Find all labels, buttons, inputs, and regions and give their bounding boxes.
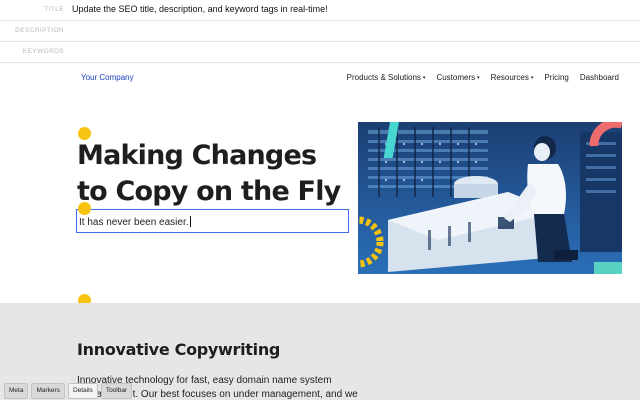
meta-keywords-input[interactable] [70, 44, 634, 62]
vintage-computer-photo [358, 122, 622, 274]
meta-keywords-row: KEYWORDS [0, 42, 640, 63]
hero-title-line-2: to Copy on the Fly [77, 176, 341, 207]
edit-marker-dot[interactable] [78, 127, 91, 140]
hero-title-line-1: Making Changes [77, 140, 317, 171]
editor-toolbar: Meta Markers Details Toolbar [4, 383, 133, 399]
seo-meta-panel: TITLE Update the SEO title, description,… [0, 0, 640, 63]
edit-marker-dot[interactable] [78, 202, 91, 215]
meta-description-row: DESCRIPTION [0, 21, 640, 42]
chevron-down-icon: ▾ [422, 75, 426, 81]
hero-subtitle-text[interactable]: It has never been easier. [79, 216, 191, 228]
details-toggle-button[interactable]: Details [67, 383, 98, 399]
nav-customers[interactable]: Customers ▾ [436, 73, 479, 82]
hero-subtitle-editor[interactable]: It has never been easier. [76, 209, 349, 233]
toolbar-toggle-button[interactable]: Toolbar [100, 383, 133, 399]
nav-label: Resources [490, 73, 529, 82]
meta-title-row: TITLE Update the SEO title, description,… [0, 0, 640, 21]
section-heading[interactable]: Innovative Copywriting [77, 340, 280, 359]
nav-label: Dashboard [579, 73, 619, 82]
meta-title-label: TITLE [44, 6, 64, 13]
nav-resources[interactable]: Resources ▾ [491, 73, 534, 82]
markers-toggle-button[interactable]: Markers [31, 383, 65, 399]
meta-description-label: DESCRIPTION [15, 27, 64, 34]
company-logo[interactable]: Your Company [81, 73, 134, 82]
meta-title-input[interactable]: Update the SEO title, description, and k… [72, 4, 328, 14]
chevron-down-icon: ▾ [477, 75, 480, 81]
meta-toggle-button[interactable]: Meta [4, 383, 29, 399]
nav-label: Products & Solutions [346, 73, 421, 82]
nav-label: Pricing [544, 73, 569, 82]
text-cursor [189, 216, 191, 227]
site-navbar: Your Company Products & Solutions ▾ Custo… [0, 63, 640, 93]
chevron-down-icon: ▾ [530, 75, 534, 81]
nav-links: Products & Solutions ▾ Customers ▾ Resourc… [347, 73, 619, 82]
hero-title[interactable]: Making Changes to Copy on the Fly [77, 138, 341, 210]
meta-keywords-label: KEYWORDS [22, 48, 64, 55]
nav-pricing[interactable]: Pricing [544, 73, 568, 82]
hero-subtitle-value: It has never been easier. [79, 217, 189, 228]
nav-dashboard[interactable]: Dashboard [580, 73, 619, 82]
hero-image [358, 122, 622, 274]
nav-label: Customers [436, 73, 476, 82]
meta-description-input[interactable] [70, 23, 634, 41]
nav-products-solutions[interactable]: Products & Solutions ▾ [347, 73, 426, 82]
